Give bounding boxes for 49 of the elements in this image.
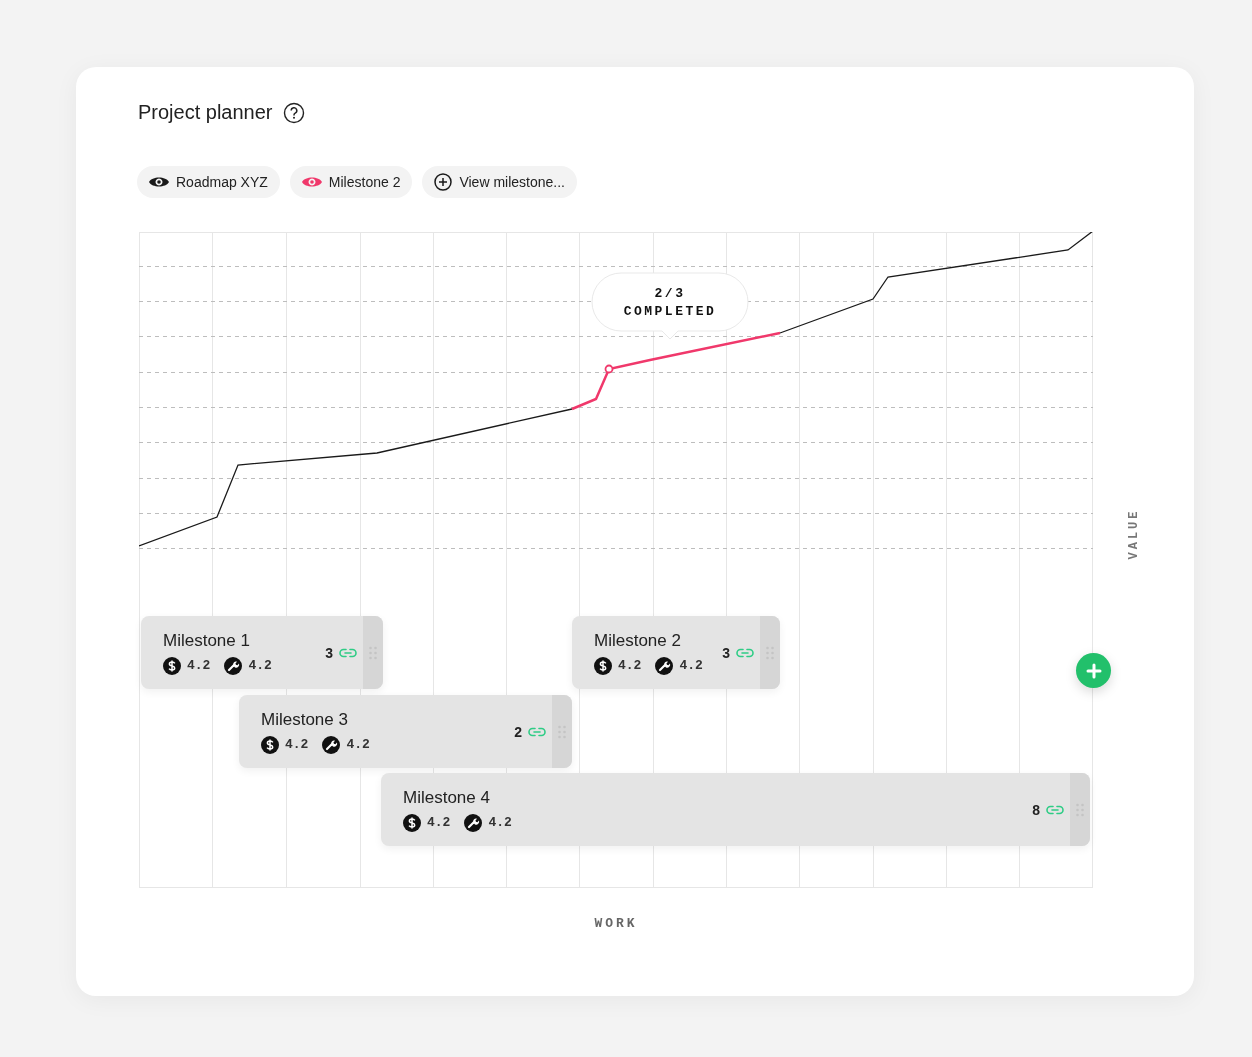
link-count: 3 — [325, 644, 333, 661]
page-title: Project planner — [138, 101, 273, 124]
link-icon[interactable] — [736, 647, 754, 658]
filter-chip[interactable]: View milestone... — [422, 166, 577, 198]
link-icon[interactable] — [1046, 804, 1064, 815]
link-count: 8 — [1032, 801, 1040, 818]
link-icon[interactable] — [339, 647, 357, 658]
dollar-coin-icon — [403, 813, 421, 832]
milestone-name: Milestone 4 — [403, 787, 491, 808]
milestone-name: Milestone 1 — [163, 630, 251, 651]
filter-chip[interactable]: Milestone 2 — [289, 166, 413, 198]
effort-value: 4.2 — [488, 815, 512, 830]
drag-handle[interactable] — [552, 695, 572, 768]
dollar-coin-icon — [163, 656, 181, 675]
dollar-coin-icon — [594, 656, 612, 675]
axis-label: WORK — [594, 916, 638, 931]
tooltip-count: 2/3 — [654, 285, 686, 301]
wrench-icon — [655, 656, 674, 675]
milestone-name: Milestone 2 — [594, 630, 682, 651]
drag-handle[interactable] — [1070, 773, 1090, 846]
plus-circle-icon — [434, 173, 453, 191]
milestone-bar[interactable]: Milestone 3 4.2 4.2 2 — [239, 695, 572, 768]
milestone-bar[interactable]: Milestone 1 4.2 4.2 3 — [141, 616, 383, 689]
link-count: 2 — [514, 723, 522, 740]
wrench-icon — [224, 656, 243, 675]
add-button[interactable] — [1076, 653, 1111, 688]
effort-value: 4.2 — [346, 737, 370, 752]
filter-chip[interactable]: Roadmap XYZ — [137, 166, 280, 198]
milestone-bar[interactable]: Milestone 4 4.2 4.2 8 — [381, 773, 1090, 846]
drag-handle[interactable] — [760, 616, 780, 689]
plus-icon — [1085, 662, 1102, 679]
cost-value: 4.2 — [285, 737, 309, 752]
link-icon[interactable] — [528, 726, 546, 737]
wrench-icon — [464, 813, 483, 832]
dollar-coin-icon — [261, 735, 279, 754]
effort-value: 4.2 — [248, 658, 272, 673]
tooltip-label: COMPLETED — [623, 303, 717, 319]
cost-value: 4.2 — [427, 815, 451, 830]
drag-handle[interactable] — [363, 616, 383, 689]
point-marker[interactable] — [604, 364, 614, 374]
help-icon[interactable] — [282, 101, 305, 124]
wrench-icon — [322, 735, 341, 754]
cost-value: 4.2 — [187, 658, 211, 673]
milestone-bar[interactable]: Milestone 2 4.2 4.2 3 — [572, 616, 780, 689]
axis-label: VALUE — [1126, 508, 1141, 560]
link-count: 3 — [722, 644, 730, 661]
milestone-name: Milestone 3 — [261, 709, 349, 730]
cost-value: 4.2 — [618, 658, 642, 673]
effort-value: 4.2 — [679, 658, 703, 673]
